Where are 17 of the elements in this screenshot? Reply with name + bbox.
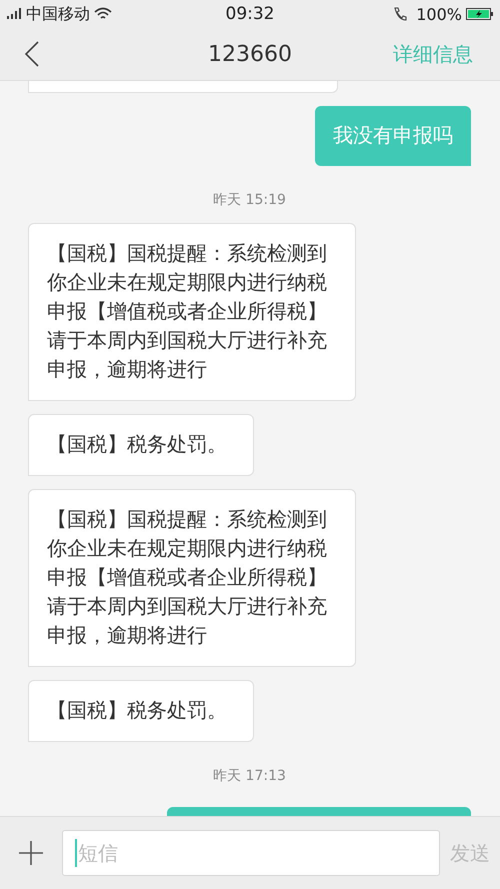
- clock: 09:32: [226, 4, 274, 24]
- back-icon[interactable]: [24, 41, 40, 67]
- details-link[interactable]: 详细信息: [393, 40, 473, 68]
- sent-message: 我没有申报吗: [315, 106, 471, 166]
- carrier-name: 中国移动: [26, 4, 90, 24]
- contact-number: 123660: [208, 42, 292, 66]
- message-input[interactable]: 短信: [62, 830, 440, 876]
- received-message: 【国税】税务处罚。: [28, 680, 254, 742]
- received-message: 【国税】税务处罚。: [28, 414, 254, 476]
- timestamp: 昨天 15:19: [213, 191, 286, 209]
- plus-icon[interactable]: [18, 840, 44, 866]
- signal-icon: [6, 7, 22, 21]
- timestamp: 昨天 17:13: [213, 767, 286, 785]
- received-message: 【国税】国税提醒：系统检测到你企业未在规定期限内进行纳税申报【增值税或者企业所得税】请于本周内到国税大厅进行补充申报，逾期将进行: [28, 223, 356, 401]
- battery-percent: 100%: [416, 4, 462, 24]
- wifi-icon: [94, 7, 112, 21]
- received-message: 【国税】国税提醒：系统检测到你企业未在规定期限内进行纳税申报【增值税或者企业所得税】请于本周内到国税大厅进行补充申报，逾期将进行: [28, 489, 356, 667]
